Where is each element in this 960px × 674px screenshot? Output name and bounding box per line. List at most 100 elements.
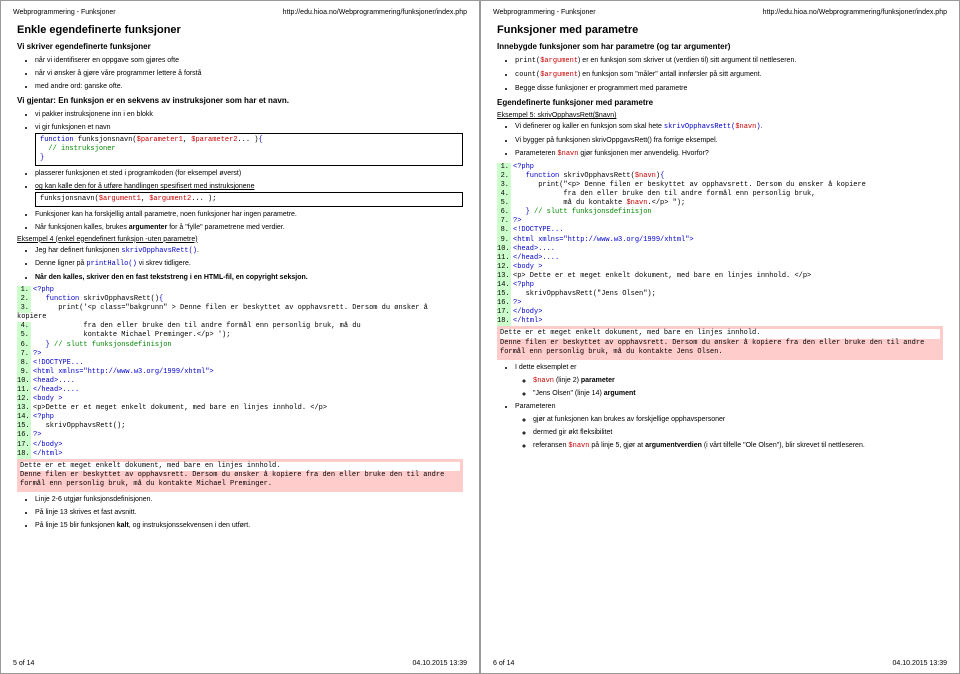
code-block-call: funksjonsnavn($argument1, $argument2... … — [35, 192, 463, 207]
var: $parameter1 — [137, 136, 183, 144]
list-item: Vi bygger på funksjonen skrivOppgavsRett… — [515, 136, 943, 146]
list-item: På linje 13 skrives et fast avsnitt. — [35, 508, 463, 518]
subheading-intro: Vi skriver egendefinerte funksjoner — [17, 42, 463, 51]
t: fra den eller bruke den til andre formål… — [83, 322, 360, 330]
output-line: Denne filen er beskyttet av opphavsrett.… — [500, 339, 924, 356]
t: "Jens Olsen" (linje 14) — [533, 390, 604, 397]
l: </head>.... — [33, 386, 79, 394]
var: $navn — [568, 442, 589, 450]
comment: // slutt funksjonsdefinisjon — [50, 341, 172, 349]
t: gjør funksjonen mer anvendelig. Hvorfor? — [578, 150, 708, 157]
bold: Når den kalles, skriver den en fast teks… — [35, 274, 308, 281]
brace: } — [40, 154, 44, 162]
l: skrivOpphavsRett(); — [46, 422, 126, 430]
timestamp: 04.10.2015 13:39 — [893, 660, 948, 667]
list-item: Når funksjonen kalles, brukes argumenter… — [35, 223, 463, 233]
var: $navn — [557, 150, 578, 158]
t: Jeg har definert funksjonen — [35, 247, 121, 254]
bold: kalt — [117, 522, 129, 529]
page-header: Webprogrammering - Funksjoner http://edu… — [13, 9, 467, 16]
list-item: I dette eksemplet er $navn (linje 2) par… — [515, 363, 943, 399]
list-notes-right: I dette eksemplet er $navn (linje 2) par… — [497, 363, 943, 452]
l: <!DOCTYPE... — [33, 359, 83, 367]
fn: skrivOpphavsRett( — [664, 123, 735, 131]
t: ... ) — [237, 136, 258, 144]
l: <?php — [513, 281, 534, 289]
list-item: når vi identifiserer en oppgave som gjør… — [35, 56, 463, 66]
t: funksjonsnavn( — [40, 195, 99, 203]
fn: print( — [515, 57, 540, 65]
l: skrivOpphavsRett("Jens Olsen"); — [526, 290, 656, 298]
page-left: Webprogrammering - Funksjoner http://edu… — [0, 0, 480, 674]
var: $parameter2 — [191, 136, 237, 144]
list-footer-notes: Linje 2-6 utgjør funksjonsdefinisjonen. … — [17, 495, 463, 530]
heading-right: Funksjoner med parametre — [497, 24, 943, 36]
list-item: med andre ord: ganske ofte. — [35, 82, 463, 92]
timestamp: 04.10.2015 13:39 — [413, 660, 468, 667]
list-item: Parameteren gjør at funksjonen kan bruke… — [515, 402, 943, 451]
header-url: http://edu.hioa.no/Webprogrammering/funk… — [763, 9, 947, 16]
var: $argument — [540, 57, 578, 65]
example-5-title: Eksempel 5: skrivOpphavsRett($navn) — [497, 112, 943, 119]
t: (i vårt tilfelle "Ole Olsen"), blir skre… — [702, 442, 865, 449]
kw: function — [40, 136, 74, 144]
list-item: "Jens Olsen" (linje 14) argument — [533, 389, 943, 399]
t: , — [183, 136, 191, 144]
list-item: gjør at funksjonen kan brukes av forskje… — [533, 415, 943, 425]
output-line: Denne filen er beskyttet av opphavsrett.… — [20, 471, 444, 488]
bold: argumentverdien — [645, 442, 702, 449]
heading-left: Enkle egendefinerte funksjoner — [17, 24, 463, 36]
t: , — [141, 195, 149, 203]
page-footer: 5 of 14 04.10.2015 13:39 — [13, 660, 467, 667]
t: , og instruksjonssekvensen i den utført. — [129, 522, 250, 529]
page-footer: 6 of 14 04.10.2015 13:39 — [493, 660, 947, 667]
l: <head>.... — [513, 245, 555, 253]
list-item: På linje 15 blir funksjonen kalt, og ins… — [35, 521, 463, 531]
comment: // instruksjoner — [48, 145, 115, 153]
t: referansen — [533, 442, 568, 449]
t: I dette eksemplet er — [515, 364, 576, 371]
header-url: http://edu.hioa.no/Webprogrammering/funk… — [283, 9, 467, 16]
l: <html xmlns="http://www.w3.org/1999/xhtm… — [513, 236, 694, 244]
t: Eksempel 5: — [497, 112, 537, 119]
list-item: plasserer funksjonen et sted i programko… — [35, 169, 463, 179]
brace: { — [660, 172, 664, 180]
bold: parameter — [581, 377, 615, 384]
page-header: Webprogrammering - Funksjoner http://edu… — [493, 9, 947, 16]
t: .</p> "); — [647, 199, 685, 207]
list-item: vi pakker instruksjonene inn i en blokk — [35, 110, 463, 120]
t: Parameteren — [515, 403, 555, 410]
page-right: Webprogrammering - Funksjoner http://edu… — [480, 0, 960, 674]
t: print('<p class="bakgrunn" > Denne filen… — [58, 304, 428, 312]
kw: function — [526, 172, 560, 180]
list-item: Funksjoner kan ha forskjellig antall par… — [35, 210, 463, 220]
list-builtin: print($argument) er en funksjon som skri… — [497, 56, 943, 93]
list-intro: når vi identifiserer en oppgave som gjør… — [17, 56, 463, 91]
brace: { — [258, 136, 262, 144]
l: <body > — [33, 395, 62, 403]
output-line: Dette er et meget enkelt dokument, med b… — [500, 329, 940, 338]
list-item: Begge disse funksjoner er programmert me… — [515, 84, 943, 94]
list-item: $navn (linje 2) parameter — [533, 376, 943, 387]
list-item: dermed gir økt fleksibilitet — [533, 428, 943, 438]
l: </body> — [33, 441, 62, 449]
t: ) — [756, 123, 760, 131]
bold: argumenter — [129, 224, 168, 231]
t: på linje 5, gjør at — [589, 442, 645, 449]
var: $argument2 — [149, 195, 191, 203]
t: skrivOpphavsRett() — [79, 295, 159, 303]
t: skrivOpphavsRett( — [559, 172, 635, 180]
list-item: vi gir funksjonen et navn function funks… — [35, 123, 463, 166]
l: <?php — [33, 413, 54, 421]
var: $argument1 — [99, 195, 141, 203]
l: <p> Dette er et meget enkelt dokument, m… — [513, 272, 811, 280]
list-item: når vi ønsker å gjøre våre programmer le… — [35, 69, 463, 79]
l: <head>.... — [33, 377, 75, 385]
fn: count( — [515, 71, 540, 79]
list-item: print($argument) er en funksjon som skri… — [515, 56, 943, 67]
var: $navn — [635, 172, 656, 180]
l: <!DOCTYPE... — [513, 226, 563, 234]
t: for å "fylle" parametrene med verdier. — [167, 224, 284, 231]
l: ?> — [33, 350, 41, 358]
page-number: 6 of 14 — [493, 660, 514, 667]
